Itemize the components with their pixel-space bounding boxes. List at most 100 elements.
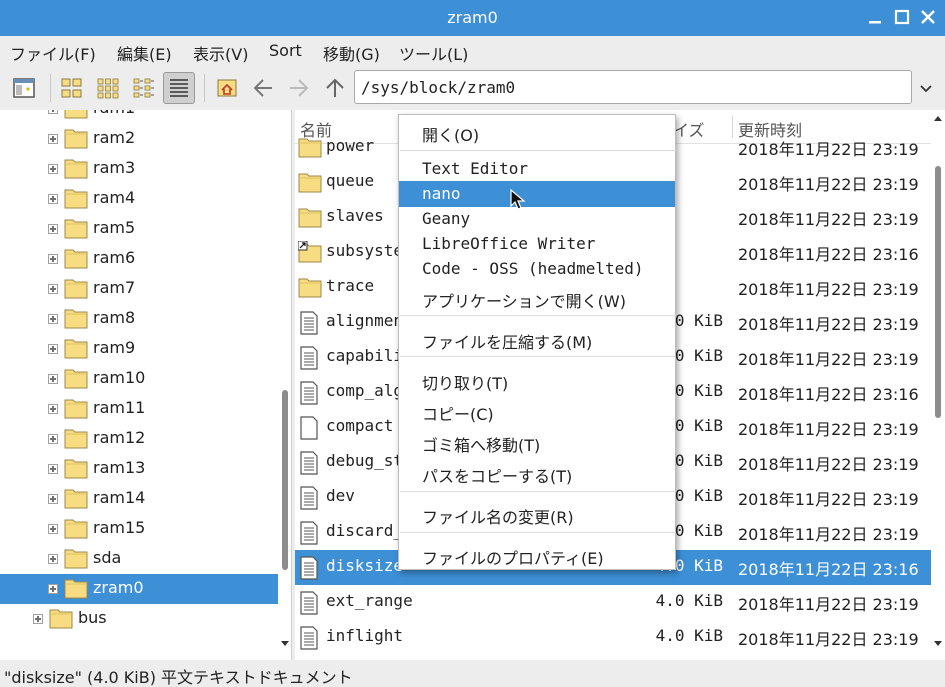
expand-icon[interactable] <box>48 224 58 234</box>
context-menu-item-label: Geany <box>422 209 471 228</box>
expand-icon[interactable] <box>48 344 58 354</box>
expand-icon[interactable] <box>48 584 58 594</box>
directory-tree[interactable]: ram1 ram2 ram3 ram4 ram5 ram6 ram7 ram8 ram9 ram1… <box>0 110 292 660</box>
expand-icon[interactable] <box>48 110 58 114</box>
file-row-inflight[interactable]: inflight 4.0 KiB 2018年11月22日 23:19 <box>295 620 931 655</box>
text-file-icon <box>298 521 320 545</box>
context-menu-item-nano[interactable]: nano <box>399 181 675 207</box>
maximize-button[interactable] <box>891 6 913 28</box>
minimize-button[interactable] <box>864 6 886 28</box>
context-menu-item-open-with[interactable]: アプリケーションで開く(W) <box>399 285 675 311</box>
tree-item-ram9[interactable]: ram9 <box>0 334 278 364</box>
tree-item-ram15[interactable]: ram15 <box>0 514 278 544</box>
tree-item-ram8[interactable]: ram8 <box>0 304 278 334</box>
forward-button[interactable] <box>283 72 315 104</box>
expand-icon[interactable] <box>48 494 58 504</box>
expand-icon[interactable] <box>48 314 58 324</box>
toolbar-separator <box>204 74 205 102</box>
menu-go[interactable]: 移動(G) <box>323 41 380 65</box>
folder-icon <box>64 367 88 389</box>
up-button[interactable] <box>319 72 351 104</box>
tree-item-ram13[interactable]: ram13 <box>0 454 278 484</box>
menu-edit[interactable]: 編集(E) <box>117 41 172 65</box>
arrow-up-icon <box>326 78 344 97</box>
path-history-dropdown[interactable] <box>916 78 936 98</box>
menu-sort[interactable]: Sort <box>269 41 302 60</box>
menu-tools[interactable]: ツール(L) <box>399 41 468 65</box>
tree-item-ram14[interactable]: ram14 <box>0 484 278 514</box>
path-input[interactable]: /sys/block/zram0 <box>354 70 912 104</box>
tree-item-ram10[interactable]: ram10 <box>0 364 278 394</box>
tree-item-ram12[interactable]: ram12 <box>0 424 278 454</box>
context-menu-item-code-oss[interactable]: Code - OSS (headmelted) <box>399 256 675 282</box>
tree-scrollbar-thumb[interactable] <box>282 390 288 570</box>
tree-item-zram0[interactable]: zram0 <box>0 574 278 604</box>
tree-item-bus[interactable]: bus <box>0 604 278 634</box>
context-menu-item-geany[interactable]: Geany <box>399 206 675 232</box>
tree-item-ram7[interactable]: ram7 <box>0 274 278 304</box>
context-menu-item-rename[interactable]: ファイル名の変更(R) <box>399 501 675 527</box>
toolbar: /sys/block/zram0 <box>0 66 945 110</box>
tree-item-ram5[interactable]: ram5 <box>0 214 278 244</box>
expand-icon[interactable] <box>48 434 58 444</box>
file-modified: 2018年11月22日 23:19 <box>738 175 919 194</box>
context-menu-item-text-editor[interactable]: Text Editor <box>399 156 675 182</box>
expand-icon[interactable] <box>48 164 58 174</box>
tree-item-ram3[interactable]: ram3 <box>0 154 278 184</box>
tree-item-label: ram2 <box>93 128 136 147</box>
expand-icon[interactable] <box>48 254 58 264</box>
tree-item-ram4[interactable]: ram4 <box>0 184 278 214</box>
list-scrollbar[interactable] <box>931 110 945 660</box>
thumbnail-view-button[interactable] <box>92 72 124 104</box>
expand-icon[interactable] <box>48 464 58 474</box>
icon-view-button[interactable] <box>56 72 88 104</box>
tree-item-ram1[interactable]: ram1 <box>0 110 278 124</box>
context-menu-item-copy[interactable]: コピー(C) <box>399 398 675 424</box>
expand-icon[interactable] <box>48 194 58 204</box>
folder-icon <box>49 607 73 629</box>
status-bar: "disksize" (4.0 KiB) 平文テキストドキュメント <box>0 660 945 687</box>
new-window-button[interactable] <box>8 72 40 104</box>
scroll-down-icon[interactable] <box>933 638 943 648</box>
tree-item-label: ram9 <box>93 338 136 357</box>
file-row-ext_range[interactable]: ext_range 4.0 KiB 2018年11月22日 23:19 <box>295 585 931 620</box>
new-window-icon <box>13 78 35 98</box>
compact-view-button[interactable] <box>128 72 160 104</box>
minimize-icon <box>869 21 881 24</box>
scroll-down-icon[interactable] <box>280 638 290 648</box>
context-menu-item-cut[interactable]: 切り取り(T) <box>399 367 675 393</box>
context-menu-item-label: Code - OSS (headmelted) <box>422 259 644 278</box>
context-menu-item-label: nano <box>422 184 461 203</box>
back-button[interactable] <box>247 72 279 104</box>
menu-file[interactable]: ファイル(F) <box>10 41 96 65</box>
expand-icon[interactable] <box>48 284 58 294</box>
context-menu-item-copy-path[interactable]: パスをコピーする(T) <box>399 460 675 486</box>
expand-icon[interactable] <box>48 374 58 384</box>
tree-item-sda[interactable]: sda <box>0 544 278 574</box>
tree-item-ram6[interactable]: ram6 <box>0 244 278 274</box>
folder-link-icon <box>297 240 322 265</box>
file-modified: 2018年11月22日 23:19 <box>738 420 919 439</box>
close-button[interactable] <box>917 6 939 28</box>
context-menu-item-trash[interactable]: ゴミ箱へ移動(T) <box>399 429 675 455</box>
tree-item-ram2[interactable]: ram2 <box>0 124 278 154</box>
list-scrollbar-thumb[interactable] <box>935 166 941 418</box>
context-menu-item-open[interactable]: 開く(O) <box>399 119 675 145</box>
expand-icon[interactable] <box>48 404 58 414</box>
expand-icon[interactable] <box>48 524 58 534</box>
tree-item-ram11[interactable]: ram11 <box>0 394 278 424</box>
context-menu-item-label: アプリケーションで開く(W) <box>422 292 626 311</box>
detailed-list-view-button[interactable] <box>163 72 195 104</box>
expand-icon[interactable] <box>33 614 43 624</box>
context-menu-item-compress[interactable]: ファイルを圧縮する(M) <box>399 326 675 352</box>
expand-icon[interactable] <box>48 554 58 564</box>
folder-icon <box>298 276 322 300</box>
expand-icon[interactable] <box>48 134 58 144</box>
context-menu-item-libreoffice-writer[interactable]: LibreOffice Writer <box>399 231 675 257</box>
scroll-up-icon[interactable] <box>933 114 943 124</box>
menu-view[interactable]: 表示(V) <box>193 41 248 65</box>
context-menu-item-properties[interactable]: ファイルのプロパティ(E) <box>399 542 675 568</box>
tree-scrollbar[interactable] <box>279 110 291 660</box>
tree-item-label: sda <box>93 548 122 567</box>
home-button[interactable] <box>211 72 243 104</box>
